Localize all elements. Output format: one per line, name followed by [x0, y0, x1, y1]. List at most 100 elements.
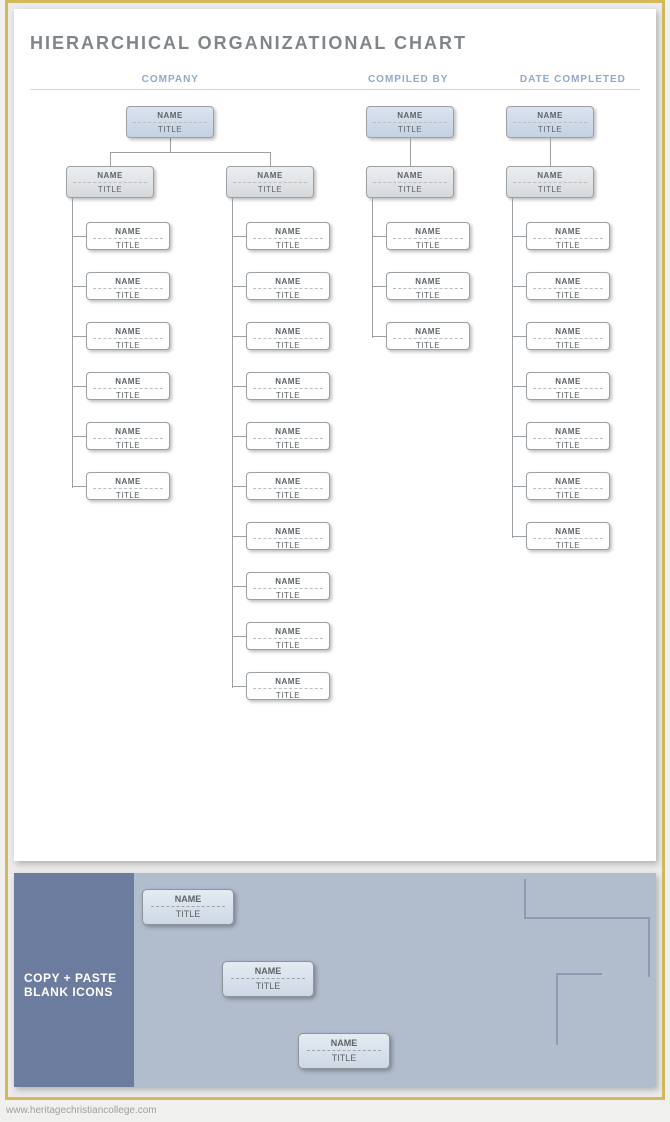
node-title: TITLE: [527, 539, 609, 554]
org-node-leaf: NAMETITLE: [526, 472, 610, 500]
sample-node: NAME TITLE: [222, 961, 314, 997]
org-node-sub: NAME TITLE: [226, 166, 314, 198]
connector: [110, 152, 111, 166]
org-node-leaf: NAMETITLE: [86, 422, 170, 450]
node-title: TITLE: [387, 239, 469, 254]
connector: [232, 586, 246, 587]
connector: [232, 536, 246, 537]
connector: [372, 236, 386, 237]
node-title: TITLE: [367, 183, 453, 198]
node-title: TITLE: [67, 183, 153, 198]
org-node-leaf: NAMETITLE: [246, 222, 330, 250]
node-title: TITLE: [87, 439, 169, 454]
connector: [372, 286, 386, 287]
org-node-leaf: NAMETITLE: [246, 522, 330, 550]
node-name: NAME: [373, 167, 447, 183]
node-title: TITLE: [247, 439, 329, 454]
node-name: NAME: [533, 273, 603, 289]
node-title: TITLE: [507, 123, 593, 138]
node-title: TITLE: [527, 339, 609, 354]
connector: [512, 536, 526, 537]
org-node-leaf: NAMETITLE: [246, 472, 330, 500]
node-name: NAME: [533, 523, 603, 539]
node-title: TITLE: [527, 239, 609, 254]
connector: [72, 198, 73, 488]
header-compiled-by: COMPILED BY: [311, 74, 506, 85]
page-title: HIERARCHICAL ORGANIZATIONAL CHART: [30, 33, 640, 54]
connector: [72, 286, 86, 287]
node-name: NAME: [253, 373, 323, 389]
node-name: NAME: [93, 223, 163, 239]
node-name: NAME: [373, 107, 447, 123]
node-title: TITLE: [87, 289, 169, 304]
connector: [72, 236, 86, 237]
node-title: TITLE: [367, 123, 453, 138]
node-name: NAME: [533, 323, 603, 339]
node-title: TITLE: [387, 339, 469, 354]
org-node-leaf: NAMETITLE: [86, 222, 170, 250]
node-title: TITLE: [227, 183, 313, 198]
connector: [232, 336, 246, 337]
org-node-leaf: NAMETITLE: [526, 272, 610, 300]
connector: [232, 386, 246, 387]
org-node-leaf: NAMETITLE: [246, 622, 330, 650]
node-name: NAME: [253, 323, 323, 339]
node-title: TITLE: [247, 239, 329, 254]
copy-paste-label: COPY + PASTE BLANK ICONS: [24, 971, 124, 999]
node-title: TITLE: [527, 439, 609, 454]
org-node-leaf: NAMETITLE: [246, 672, 330, 700]
connector: [512, 286, 526, 287]
node-name: NAME: [533, 423, 603, 439]
node-name: NAME: [253, 673, 323, 689]
node-name: NAME: [533, 223, 603, 239]
node-name: NAME: [93, 273, 163, 289]
node-title: TITLE: [247, 489, 329, 504]
sample-node: NAME TITLE: [142, 889, 234, 925]
org-node-top: NAME TITLE: [126, 106, 214, 138]
org-node-leaf: NAMETITLE: [526, 522, 610, 550]
org-node-leaf: NAMETITLE: [526, 372, 610, 400]
node-name: NAME: [513, 107, 587, 123]
node-name: NAME: [533, 473, 603, 489]
org-node-sub: NAME TITLE: [506, 166, 594, 198]
node-name: NAME: [393, 323, 463, 339]
sample-node: NAME TITLE: [298, 1033, 390, 1069]
connector: [170, 138, 171, 152]
org-node-leaf: NAMETITLE: [246, 372, 330, 400]
connector: [232, 198, 233, 688]
node-title: TITLE: [247, 339, 329, 354]
connector: [232, 436, 246, 437]
org-node-top: NAME TITLE: [506, 106, 594, 138]
node-name: NAME: [133, 107, 207, 123]
connector: [512, 236, 526, 237]
org-node-leaf: NAMETITLE: [526, 422, 610, 450]
connector: [512, 386, 526, 387]
connector: [372, 198, 373, 338]
connector: [232, 236, 246, 237]
node-name: NAME: [533, 373, 603, 389]
watermark: www.heritagechristiancollege.com: [6, 1105, 157, 1116]
org-node-leaf: NAMETITLE: [386, 322, 470, 350]
node-title: TITLE: [247, 539, 329, 554]
node-title: TITLE: [247, 689, 329, 704]
connector: [232, 686, 246, 687]
node-name: NAME: [231, 962, 305, 979]
connector: [232, 486, 246, 487]
node-title: TITLE: [247, 289, 329, 304]
node-name: NAME: [93, 323, 163, 339]
connector: [72, 336, 86, 337]
node-name: NAME: [253, 423, 323, 439]
connector: [72, 486, 86, 487]
node-title: TITLE: [507, 183, 593, 198]
connector: [232, 636, 246, 637]
node-name: NAME: [73, 167, 147, 183]
org-node-leaf: NAMETITLE: [526, 322, 610, 350]
node-title: TITLE: [87, 239, 169, 254]
node-name: NAME: [253, 623, 323, 639]
node-name: NAME: [513, 167, 587, 183]
node-title: TITLE: [87, 489, 169, 504]
node-title: TITLE: [527, 389, 609, 404]
connector: [232, 286, 246, 287]
org-node-leaf: NAMETITLE: [246, 322, 330, 350]
org-chart-sheet: HIERARCHICAL ORGANIZATIONAL CHART COMPAN…: [14, 9, 656, 861]
